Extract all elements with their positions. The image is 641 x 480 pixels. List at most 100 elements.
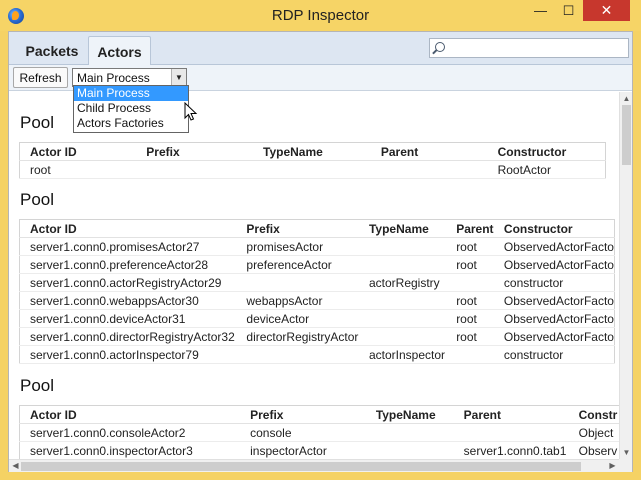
column-header[interactable]: Constructor (493, 219, 615, 238)
cell-constructor: ObservedActorFacto (493, 309, 615, 328)
scroll-up-icon[interactable]: ▲ (620, 94, 633, 103)
table-row[interactable]: server1.conn0.webappsActor30 webappsActo… (19, 291, 615, 310)
table-row[interactable]: server1.conn0.inspectorActor3 inspectorA… (19, 441, 619, 459)
column-header[interactable]: Prefix (240, 405, 366, 424)
cell-prefix: console (240, 423, 366, 442)
pool-title: Pool (20, 190, 55, 209)
table-row[interactable]: root RootActor (19, 160, 606, 179)
cell-prefix (136, 160, 254, 179)
cell-actor-id: server1.conn0.webappsActor30 (19, 291, 237, 310)
column-header[interactable]: TypeName (365, 405, 454, 424)
cell-constructor: Observ (568, 441, 619, 459)
vertical-scrollbar[interactable]: ▲ ▼ (619, 92, 632, 459)
table-row[interactable]: server1.conn0.actorInspector79 actorInsp… (19, 345, 615, 364)
app-window: RDP Inspector — ☐ ✕ Packets Actors Refre… (0, 0, 641, 480)
column-header[interactable]: Parent (453, 405, 569, 424)
close-button[interactable]: ✕ (583, 0, 630, 21)
cell-typename (358, 327, 447, 346)
cell-typename (365, 441, 454, 459)
cell-parent: root (446, 237, 494, 256)
horizontal-scroll-thumb[interactable] (21, 462, 581, 471)
maximize-button[interactable]: ☐ (555, 0, 582, 21)
pool-table: Actor ID Prefix TypeName Parent Construc… (19, 142, 606, 179)
column-header[interactable]: Parent (370, 142, 488, 161)
table-row[interactable]: server1.conn0.consoleActor2 console Obje… (19, 423, 619, 442)
pool-title: Pool (20, 113, 55, 132)
scroll-down-icon[interactable]: ▼ (620, 448, 633, 457)
process-dropdown-list: Main Process Child Process Actors Factor… (73, 85, 189, 133)
column-header[interactable]: Actor ID (19, 405, 241, 424)
table-header-row: Actor ID Prefix TypeName Parent Construc… (19, 142, 606, 161)
cell-prefix (236, 273, 359, 292)
column-header[interactable]: Actor ID (19, 142, 137, 161)
tab-actors[interactable]: Actors (88, 36, 151, 66)
cell-prefix: promisesActor (236, 237, 359, 256)
cell-parent (446, 345, 494, 364)
cell-prefix (236, 345, 359, 364)
cell-typename: actorRegistry (358, 273, 447, 292)
mouse-cursor-icon (184, 102, 198, 121)
scroll-right-icon[interactable]: ▶ (606, 461, 619, 470)
cell-prefix: directorRegistryActor (236, 327, 359, 346)
minimize-button[interactable]: — (527, 0, 554, 21)
cell-actor-id: server1.conn0.directorRegistryActor32 (19, 327, 237, 346)
cell-prefix: deviceActor (236, 309, 359, 328)
cell-parent: server1.conn0.tab1 (453, 441, 569, 459)
table-row[interactable]: server1.conn0.deviceActor31 deviceActor … (19, 309, 615, 328)
cell-typename (253, 160, 371, 179)
dropdown-option-main-process[interactable]: Main Process (74, 86, 188, 101)
cell-parent (446, 273, 494, 292)
cell-actor-id: root (19, 160, 137, 179)
cell-constructor: ObservedActorFacto (493, 237, 615, 256)
cell-constructor: Object (568, 423, 619, 442)
cell-parent: root (446, 255, 494, 274)
cell-typename (358, 237, 447, 256)
maximize-icon: ☐ (562, 2, 575, 18)
search-box[interactable] (429, 38, 629, 58)
vertical-scroll-thumb[interactable] (622, 105, 631, 165)
cell-typename (365, 423, 454, 442)
column-header[interactable]: Prefix (236, 219, 359, 238)
close-icon: ✕ (600, 2, 613, 18)
cell-typename (358, 309, 447, 328)
cell-constructor: constructor (493, 345, 615, 364)
process-select-value: Main Process (77, 71, 150, 85)
tab-packets[interactable]: Packets (15, 36, 89, 65)
cell-parent (370, 160, 488, 179)
dropdown-option-child-process[interactable]: Child Process (74, 101, 188, 116)
column-header[interactable]: Actor ID (19, 219, 237, 238)
dropdown-option-actors-factories[interactable]: Actors Factories (74, 116, 188, 131)
column-header[interactable]: TypeName (253, 142, 371, 161)
table-row[interactable]: server1.conn0.preferenceActor28 preferen… (19, 255, 615, 274)
column-header[interactable]: Constr (568, 405, 619, 424)
title-bar[interactable]: RDP Inspector — ☐ ✕ (0, 0, 641, 31)
client-area: Packets Actors Refresh Main Process ▼ Ma… (8, 31, 633, 472)
column-header[interactable]: Constructor (487, 142, 606, 161)
cell-constructor: constructor (493, 273, 615, 292)
table-row[interactable]: server1.conn0.promisesActor27 promisesAc… (19, 237, 615, 256)
cell-constructor: ObservedActorFacto (493, 255, 615, 274)
horizontal-scrollbar[interactable]: ◀ ▶ (9, 459, 619, 472)
search-icon (435, 42, 445, 52)
chevron-down-icon[interactable]: ▼ (171, 69, 186, 86)
refresh-button[interactable]: Refresh (13, 67, 68, 88)
cell-parent: root (446, 291, 494, 310)
cell-prefix: preferenceActor (236, 255, 359, 274)
cell-typename: actorInspector (358, 345, 447, 364)
pools-content[interactable]: Pool Actor ID Prefix TypeName Parent Con… (9, 92, 619, 459)
column-header[interactable]: Prefix (136, 142, 254, 161)
cell-prefix: inspectorActor (240, 441, 366, 459)
cell-parent (453, 423, 569, 442)
cell-parent: root (446, 327, 494, 346)
cell-actor-id: server1.conn0.actorRegistryActor29 (19, 273, 237, 292)
table-row[interactable]: server1.conn0.actorRegistryActor29 actor… (19, 273, 615, 292)
search-input[interactable] (448, 40, 626, 56)
column-header[interactable]: TypeName (358, 219, 447, 238)
cell-actor-id: server1.conn0.preferenceActor28 (19, 255, 237, 274)
cell-actor-id: server1.conn0.consoleActor2 (19, 423, 241, 442)
cell-prefix: webappsActor (236, 291, 359, 310)
column-header[interactable]: Parent (446, 219, 494, 238)
cell-parent: root (446, 309, 494, 328)
table-row[interactable]: server1.conn0.directorRegistryActor32 di… (19, 327, 615, 346)
scrollbar-corner (619, 459, 632, 472)
